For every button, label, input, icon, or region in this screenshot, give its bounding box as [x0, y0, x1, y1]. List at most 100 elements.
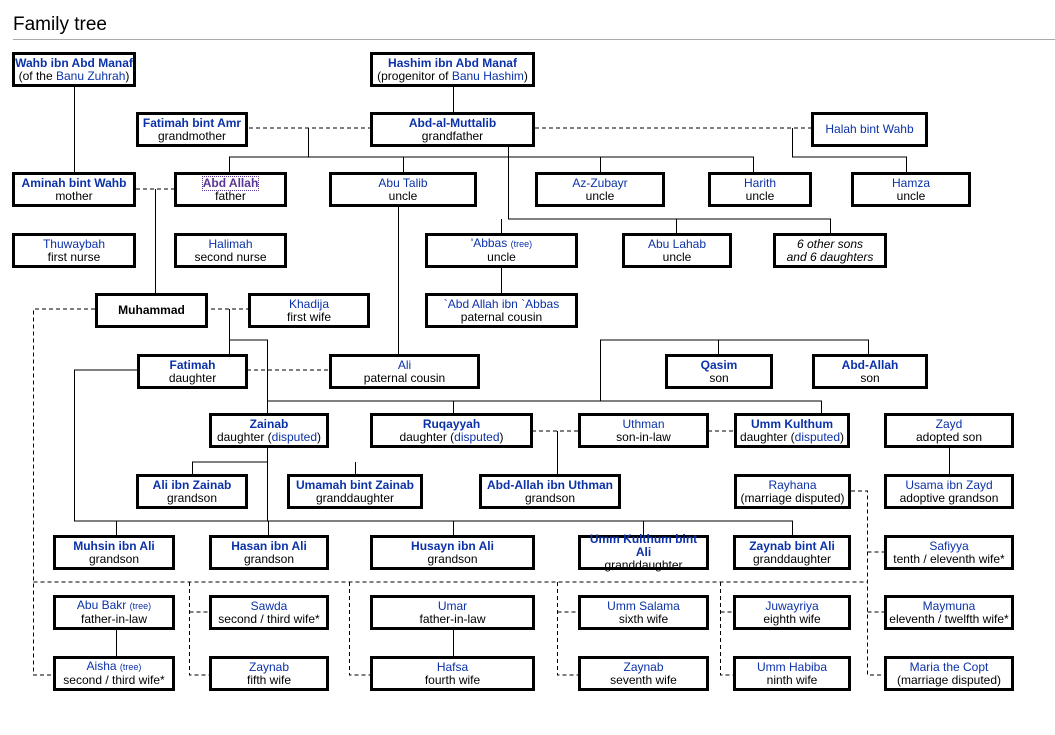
tree-link[interactable]: (tree): [130, 601, 152, 611]
node-maria-the-copt[interactable]: Maria the Copt (marriage disputed): [884, 656, 1014, 691]
tree-link[interactable]: (tree): [511, 239, 533, 249]
node-zaynab-seventh-wife[interactable]: Zaynab seventh wife: [578, 656, 709, 691]
node-name[interactable]: Abd-Allah ibn Uthman: [487, 478, 613, 492]
node-name[interactable]: Umm Kulthum bint Ali: [581, 533, 706, 559]
node-name[interactable]: Abd-al-Muttalib: [409, 116, 496, 130]
node-qasim[interactable]: Qasim son: [665, 354, 773, 389]
node-juwayriya[interactable]: Juwayriya eighth wife: [733, 595, 851, 630]
node-name[interactable]: Thuwaybah: [43, 237, 105, 251]
node-umar[interactable]: Umar father-in-law: [370, 595, 535, 630]
node-name[interactable]: Zaynab: [249, 660, 289, 674]
node-name[interactable]: 'Abbas: [471, 236, 507, 250]
node-name[interactable]: Rayhana: [768, 478, 816, 492]
node-name[interactable]: Zaynab bint Ali: [749, 539, 835, 553]
node-name[interactable]: Maymuna: [923, 599, 976, 613]
node-halimah[interactable]: Halimah second nurse: [174, 233, 287, 268]
node-safiyya[interactable]: Safiyya tenth / eleventh wife*: [884, 535, 1014, 570]
node-wahb[interactable]: Wahb ibn Abd Manaf (of the Banu Zuhrah): [12, 52, 136, 87]
node-harith[interactable]: Harith uncle: [708, 172, 812, 207]
node-hashim[interactable]: Hashim ibn Abd Manaf (progenitor of Banu…: [370, 52, 535, 87]
node-abd-allah-ibn-abbas[interactable]: `Abd Allah ibn `Abbas paternal cousin: [425, 293, 578, 328]
node-name[interactable]: Az-Zubayr: [572, 176, 627, 190]
node-name[interactable]: Juwayriya: [765, 599, 818, 613]
node-name[interactable]: Safiyya: [929, 539, 968, 553]
node-name[interactable]: Sawda: [251, 599, 288, 613]
node-zaynab-fifth-wife[interactable]: Zaynab fifth wife: [209, 656, 329, 691]
node-aisha[interactable]: Aisha (tree) second / third wife*: [53, 656, 175, 691]
node-name[interactable]: Uthman: [622, 417, 664, 431]
node-az-zubayr[interactable]: Az-Zubayr uncle: [535, 172, 665, 207]
node-name[interactable]: Hafsa: [437, 660, 468, 674]
node-abu-bakr[interactable]: Abu Bakr (tree) father-in-law: [53, 595, 175, 630]
node-ali-ibn-zainab[interactable]: Ali ibn Zainab grandson: [136, 474, 248, 509]
disputed-link[interactable]: disputed: [795, 430, 840, 444]
node-name[interactable]: Harith: [744, 176, 776, 190]
node-husayn[interactable]: Husayn ibn Ali grandson: [370, 535, 535, 570]
node-ruqayyah[interactable]: Ruqayyah daughter (disputed): [370, 413, 533, 448]
node-khadija[interactable]: Khadija first wife: [248, 293, 370, 328]
node-name[interactable]: Umm Habiba: [757, 660, 827, 674]
node-zaynab-bint-ali[interactable]: Zaynab bint Ali granddaughter: [733, 535, 851, 570]
node-sawda[interactable]: Sawda second / third wife*: [209, 595, 329, 630]
node-hafsa[interactable]: Hafsa fourth wife: [370, 656, 535, 691]
node-name[interactable]: Halimah: [208, 237, 252, 251]
node-umm-habiba[interactable]: Umm Habiba ninth wife: [733, 656, 851, 691]
node-name[interactable]: Hamza: [892, 176, 930, 190]
node-name[interactable]: Aisha: [87, 659, 117, 673]
node-fatimah[interactable]: Fatimah daughter: [137, 354, 248, 389]
node-name[interactable]: Zaynab: [623, 660, 663, 674]
node-name[interactable]: Maria the Copt: [910, 660, 989, 674]
node-name[interactable]: Umamah bint Zainab: [296, 478, 414, 492]
node-name[interactable]: Ali ibn Zainab: [153, 478, 232, 492]
node-name[interactable]: Abu Bakr: [77, 598, 126, 612]
node-aminah[interactable]: Aminah bint Wahb mother: [12, 172, 136, 207]
node-fatimah-bint-amr[interactable]: Fatimah bint Amr grandmother: [136, 112, 248, 147]
node-muhsin[interactable]: Muhsin ibn Ali grandson: [53, 535, 175, 570]
node-halah-bint-wahb[interactable]: Halah bint Wahb: [811, 112, 928, 147]
node-name[interactable]: Halah bint Wahb: [825, 123, 913, 136]
node-hasan[interactable]: Hasan ibn Ali grandson: [209, 535, 329, 570]
node-name[interactable]: Umar: [438, 599, 467, 613]
node-name[interactable]: Hasan ibn Ali: [231, 539, 307, 553]
node-hamza[interactable]: Hamza uncle: [851, 172, 971, 207]
node-name[interactable]: Abd-Allah: [842, 358, 899, 372]
node-name[interactable]: Fatimah bint Amr: [143, 116, 241, 130]
node-name[interactable]: Abu Lahab: [648, 237, 706, 251]
node-abu-lahab[interactable]: Abu Lahab uncle: [622, 233, 732, 268]
node-zayd[interactable]: Zayd adopted son: [884, 413, 1014, 448]
node-umm-kulthum[interactable]: Umm Kulthum daughter (disputed): [734, 413, 850, 448]
node-name[interactable]: Fatimah: [169, 358, 215, 372]
node-umm-kulthum-bint-ali[interactable]: Umm Kulthum bint Ali granddaughter: [578, 533, 709, 572]
node-name[interactable]: Abu Talib: [378, 176, 427, 190]
node-name[interactable]: Husayn ibn Ali: [411, 539, 494, 553]
node-name[interactable]: Khadija: [289, 297, 329, 311]
node-name[interactable]: Aminah bint Wahb: [22, 176, 127, 190]
node-ali[interactable]: Ali paternal cousin: [329, 354, 480, 389]
node-maymuna[interactable]: Maymuna eleventh / twelfth wife*: [884, 595, 1014, 630]
node-abbas[interactable]: 'Abbas (tree) uncle: [425, 233, 578, 268]
node-zainab[interactable]: Zainab daughter (disputed): [209, 413, 329, 448]
node-usama[interactable]: Usama ibn Zayd adoptive grandson: [884, 474, 1014, 509]
node-umm-salama[interactable]: Umm Salama sixth wife: [578, 595, 709, 630]
node-name[interactable]: `Abd Allah ibn `Abbas: [444, 297, 559, 311]
node-abd-allah-son[interactable]: Abd-Allah son: [812, 354, 928, 389]
node-name[interactable]: Ali: [398, 358, 411, 372]
node-name[interactable]: Abd Allah: [201, 175, 260, 191]
node-name[interactable]: Muhsin ibn Ali: [73, 539, 155, 553]
banu-zuhrah-link[interactable]: Banu Zuhrah: [56, 69, 125, 83]
node-abd-al-muttalib[interactable]: Abd-al-Muttalib grandfather: [370, 112, 535, 147]
node-name[interactable]: Usama ibn Zayd: [905, 478, 992, 492]
node-abd-allah-father[interactable]: Abd Allah father: [174, 172, 287, 207]
banu-hashim-link[interactable]: Banu Hashim: [452, 69, 524, 83]
node-uthman[interactable]: Uthman son-in-law: [578, 413, 709, 448]
node-name[interactable]: Umm Salama: [607, 599, 680, 613]
node-rayhana[interactable]: Rayhana (marriage disputed): [734, 474, 851, 509]
node-umamah[interactable]: Umamah bint Zainab granddaughter: [287, 474, 423, 509]
node-thuwaybah[interactable]: Thuwaybah first nurse: [12, 233, 136, 268]
node-abd-allah-ibn-uthman[interactable]: Abd-Allah ibn Uthman grandson: [479, 474, 621, 509]
node-name[interactable]: Qasim: [701, 358, 738, 372]
tree-link[interactable]: (tree): [120, 662, 142, 672]
node-name[interactable]: Zayd: [936, 417, 963, 431]
disputed-link[interactable]: disputed: [272, 430, 317, 444]
node-abu-talib[interactable]: Abu Talib uncle: [329, 172, 477, 207]
